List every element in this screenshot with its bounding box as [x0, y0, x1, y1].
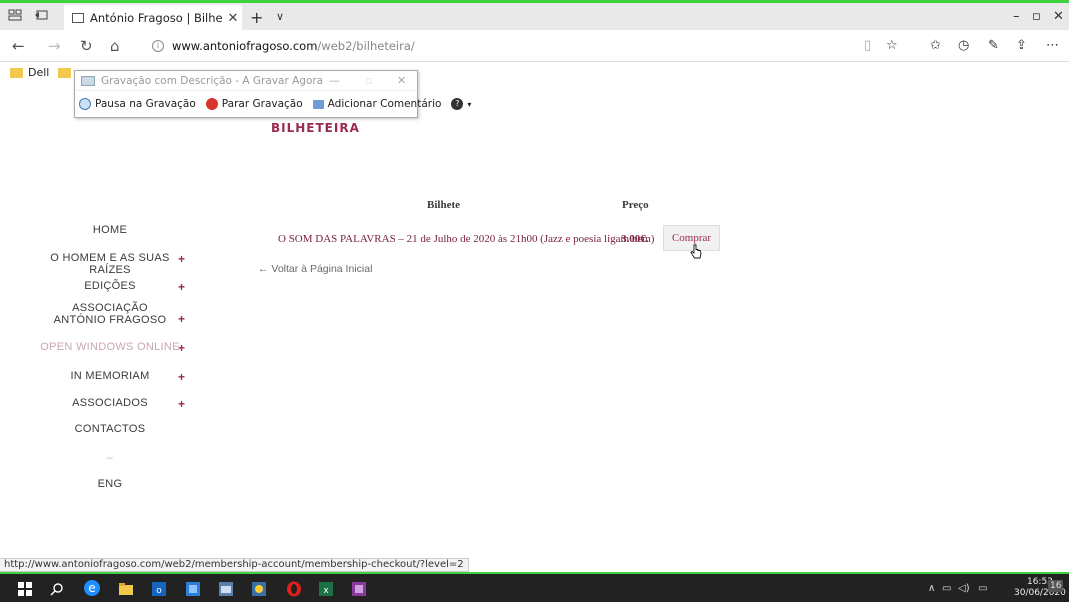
address-field[interactable]: i www.antoniofragoso.com /web2/bilheteir…	[148, 35, 908, 57]
windows-start-icon[interactable]	[18, 582, 32, 596]
menu-label: ASSOCIADOS	[72, 397, 148, 409]
folder-icon	[10, 67, 23, 78]
refresh-icon[interactable]: ↻	[80, 37, 93, 55]
recorder-actions: Pausa na Gravação Parar Gravação Adicion…	[75, 91, 471, 117]
site-info-icon[interactable]: i	[152, 40, 164, 52]
opera-icon[interactable]	[286, 581, 302, 597]
favorites-hub-icon[interactable]: ✩	[930, 38, 941, 53]
expand-plus-icon[interactable]: +	[178, 341, 185, 355]
pause-label: Pausa na Gravação	[95, 98, 196, 110]
comment-icon	[312, 99, 324, 109]
folder-icon[interactable]	[58, 68, 71, 78]
home-icon[interactable]: ⌂	[110, 37, 120, 55]
address-host: www.antoniofragoso.com	[172, 39, 318, 53]
stop-recording-button[interactable]: Parar Gravação	[205, 98, 303, 110]
status-url: http://www.antoniofragoso.com/web2/membe…	[0, 558, 469, 572]
chevron-down-icon[interactable]: ∨	[276, 10, 284, 23]
menu-label: EDIÇÕES	[84, 280, 136, 292]
menu-label: OPEN WINDOWS ONLINE	[40, 341, 180, 353]
address-path: /web2/bilheteira/	[317, 39, 415, 53]
outlook-icon[interactable]: o	[152, 582, 166, 596]
menu-label: –	[106, 452, 114, 464]
help-icon: ?	[451, 98, 464, 110]
back-arrow-icon[interactable]: ←	[12, 37, 25, 55]
volume-icon[interactable]: ◁)	[958, 583, 970, 594]
address-toolbar: ← → ↻ ⌂ i www.antoniofragoso.com /web2/b…	[0, 30, 1069, 62]
app-icon[interactable]	[186, 582, 200, 596]
expand-plus-icon[interactable]: +	[178, 252, 185, 266]
active-tab[interactable]: António Fragoso | Bilhe ✕	[64, 5, 242, 31]
tab-title: António Fragoso | Bilhe	[90, 11, 223, 25]
history-icon[interactable]: ◷	[958, 38, 969, 53]
back-to-home-link[interactable]: ← Voltar à Página Inicial	[258, 263, 372, 275]
price-column-header: Preço	[622, 199, 649, 211]
maximize-icon[interactable]: ▫	[365, 74, 372, 87]
pause-recording-button[interactable]: Pausa na Gravação	[79, 98, 196, 110]
recorder-window: Gravação com Descrição - A Gravar Agora …	[74, 70, 471, 118]
new-tab-icon[interactable]: +	[250, 8, 263, 27]
notes-icon[interactable]: ✎	[988, 38, 999, 53]
expand-plus-icon[interactable]: +	[178, 280, 185, 294]
notification-center-icon[interactable]: 16	[1048, 580, 1064, 592]
help-button[interactable]: ? ▾	[451, 98, 471, 110]
search-icon[interactable]	[50, 582, 64, 596]
recorder-titlebar[interactable]: Gravação com Descrição - A Gravar Agora …	[75, 71, 417, 91]
stop-icon	[205, 98, 218, 110]
expand-plus-icon[interactable]: +	[178, 397, 185, 411]
recorder-app-icon	[81, 75, 95, 86]
file-explorer-icon[interactable]	[119, 582, 133, 596]
favorite-label: Dell	[28, 66, 50, 79]
ticket-column-header: Bilhete	[427, 199, 460, 211]
menu-label: HOME	[92, 224, 128, 236]
expand-plus-icon[interactable]: +	[178, 370, 185, 384]
app-icon[interactable]	[252, 582, 266, 596]
network-icon[interactable]: ▭	[942, 583, 951, 594]
favorite-dell[interactable]: Dell	[10, 66, 49, 79]
menu-label: ASSOCIAÇÃO ANTÓNIO FRAGOSO	[53, 302, 167, 326]
tab-actions-icon[interactable]	[8, 9, 22, 21]
minimize-icon[interactable]: —	[329, 74, 340, 87]
page-icon	[72, 13, 84, 23]
chevron-down-icon: ▾	[467, 99, 472, 109]
reading-view-icon[interactable]: ▯	[864, 38, 871, 53]
recorder-title: Gravação com Descrição - A Gravar Agora	[101, 74, 324, 87]
favorite-star-icon[interactable]: ☆	[886, 38, 898, 53]
share-icon[interactable]: ⇪	[1016, 38, 1027, 53]
svg-text:o: o	[156, 586, 162, 596]
menu-label: IN MEMORIAM	[70, 370, 150, 382]
pause-icon	[79, 98, 91, 110]
chevron-up-icon[interactable]: ∧	[928, 583, 935, 594]
hand-cursor-icon	[690, 244, 702, 259]
minimize-icon[interactable]: –	[1013, 9, 1020, 24]
menu-label: O HOMEM E AS SUAS RAÍZES	[50, 252, 170, 276]
add-comment-button[interactable]: Adicionar Comentário	[312, 98, 442, 110]
edge-browser-icon[interactable]: e	[83, 579, 101, 597]
expand-plus-icon[interactable]: +	[178, 312, 185, 326]
comment-label: Adicionar Comentário	[327, 98, 442, 110]
close-window-icon[interactable]: ✕	[1053, 9, 1064, 24]
svg-text:x: x	[323, 586, 329, 596]
menu-label: CONTACTOS	[74, 423, 146, 435]
page-title: BILHETEIRA	[271, 121, 360, 135]
close-icon[interactable]: ✕	[397, 74, 406, 87]
svg-text:e: e	[88, 581, 95, 595]
forward-arrow-icon[interactable]: →	[48, 37, 61, 55]
ticket-name-cell: O SOM DAS PALAVRAS – 21 de Julho de 2020…	[278, 233, 655, 245]
close-tab-icon[interactable]: ✕	[224, 11, 242, 26]
set-aside-tabs-icon[interactable]	[34, 9, 48, 21]
stop-label: Parar Gravação	[221, 98, 303, 110]
maximize-icon[interactable]: ▫	[1032, 9, 1041, 24]
keyboard-icon[interactable]: ▭	[978, 583, 987, 594]
app-icon[interactable]	[219, 582, 233, 596]
tab-strip: António Fragoso | Bilhe ✕ + ∨ – ▫ ✕	[0, 0, 1069, 31]
menu-label: ENG	[97, 478, 123, 490]
ticket-price-cell: 3.00€.	[621, 233, 649, 245]
excel-icon[interactable]: x	[319, 582, 333, 596]
app-icon[interactable]	[352, 582, 366, 596]
taskbar: e o x ∧ ▭ ◁) ▭ 16:53 30/06/2020 16	[0, 572, 1069, 602]
more-icon[interactable]: ⋯	[1046, 38, 1059, 53]
